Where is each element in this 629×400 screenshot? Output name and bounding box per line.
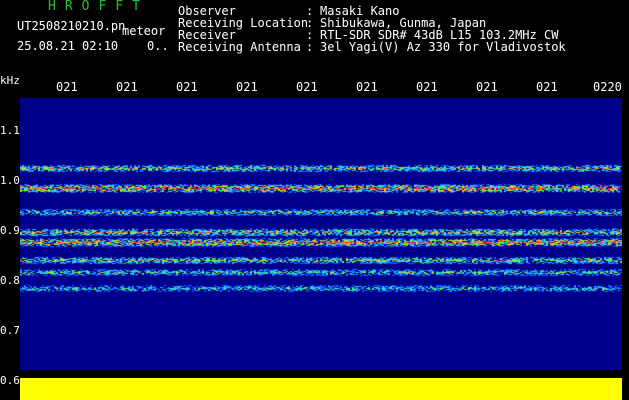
time-tick-label: 021 <box>296 80 318 94</box>
info-separator: : <box>306 40 314 54</box>
time-tick-label: 021 <box>176 80 198 94</box>
signal-level-bar <box>20 378 622 400</box>
y-tick-label: 1.1 <box>0 124 20 137</box>
datetime-label: 25.08.21 02:10 0.. <box>17 39 169 53</box>
y-tick-label: 0.6 <box>0 374 20 387</box>
time-tick-label: 021 <box>116 80 138 94</box>
app-title: HROFFT <box>48 0 149 14</box>
file-name: UT2508210210.pn <box>17 19 126 33</box>
time-tick-label: 021 <box>356 80 378 94</box>
time-tick-label: 0220 <box>593 80 622 94</box>
time-tick-label: 021 <box>56 80 78 94</box>
info-label: Receiving Antenna <box>178 40 301 54</box>
meteor-label: meteor <box>122 24 166 38</box>
info-row-antenna: Receiving Antenna : 3el Yagi(V) Az 330 f… <box>178 41 566 53</box>
station-info-panel: Observer : Masaki Kano Receiving Locatio… <box>178 5 566 53</box>
y-tick-label: 0.7 <box>0 324 20 337</box>
time-tick-label: 021 <box>476 80 498 94</box>
y-tick-label: 0.9 <box>0 224 20 237</box>
time-tick-label: 021 <box>236 80 258 94</box>
time-tick-label: 021 <box>416 80 438 94</box>
y-tick-label: 0.8 <box>0 274 20 287</box>
y-tick-label: 1.0 <box>0 174 20 187</box>
info-value: 3el Yagi(V) Az 330 for Vladivostok <box>320 40 566 54</box>
spectrogram-signal <box>20 160 622 296</box>
time-tick-label: 021 <box>536 80 558 94</box>
y-axis-unit: kHz <box>0 74 20 87</box>
signal-level-panel <box>20 370 622 400</box>
